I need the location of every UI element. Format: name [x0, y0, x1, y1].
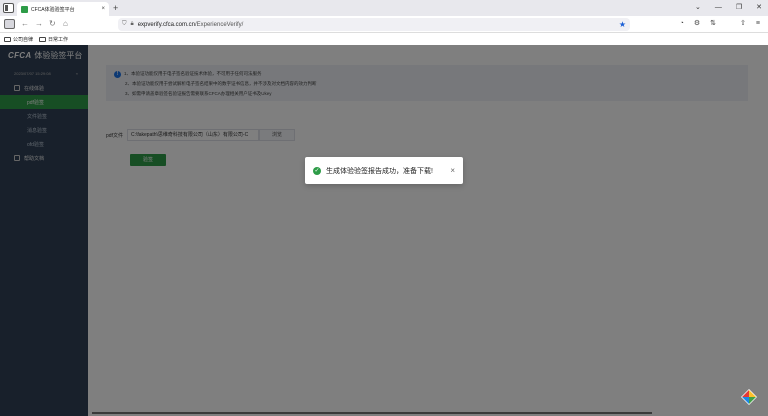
new-tab-button[interactable]: +	[113, 2, 118, 14]
extensions-icon[interactable]: ⇅	[710, 18, 716, 30]
success-check-icon: ✓	[313, 166, 321, 175]
url-path: /ExperienceVerify/	[194, 21, 244, 28]
maximize-button[interactable]: ❐	[736, 2, 742, 14]
bottom-divider	[92, 412, 652, 414]
bookmark-label: 日常工作	[48, 36, 69, 43]
app-logo-icon	[741, 389, 757, 405]
share-icon[interactable]: ⇧	[740, 18, 746, 30]
settings-icon[interactable]: ⚙	[694, 18, 700, 30]
account-icon[interactable]: ◔	[680, 18, 684, 30]
browser-navbar: ← → ↻ ⌂ ⛉ 🔒︎ expverify.cfca.com.cn/Exper…	[0, 16, 768, 33]
toolbar-icons: ◔ ⚙ ⇅ ⇧ ≡	[680, 18, 760, 30]
minimize-button[interactable]: —	[715, 2, 722, 14]
folder-icon	[39, 36, 47, 42]
address-bar[interactable]: ⛉ 🔒︎ expverify.cfca.com.cn/ExperienceVer…	[118, 18, 630, 31]
window-controls: ⌄ — ❐ ✕	[695, 2, 762, 14]
bookmark-folder-1[interactable]: 公司自律	[4, 36, 33, 43]
url-text[interactable]: expverify.cfca.com.cn/ExperienceVerify/	[138, 22, 619, 28]
back-icon[interactable]: ←	[21, 18, 29, 30]
lock-icon[interactable]: 🔒︎	[131, 21, 134, 28]
browser-tabstrip: CFCA体验验签平台 × + ⌄ — ❐ ✕	[0, 0, 768, 16]
site-favicon-icon	[21, 5, 28, 13]
tab-list-icon[interactable]: ⌄	[695, 2, 701, 14]
modal-overlay	[0, 45, 768, 416]
forward-icon[interactable]: →	[35, 18, 43, 30]
shield-icon[interactable]: ⛉	[122, 21, 127, 28]
tab-close-icon[interactable]: ×	[101, 6, 105, 12]
bookmark-label: 公司自律	[13, 36, 34, 43]
url-host: expverify.cfca.com.cn	[137, 21, 195, 28]
tab-title: CFCA体验验签平台	[31, 6, 75, 13]
sidebar-toggle-icon[interactable]	[4, 19, 15, 29]
success-toast: ✓ 生成体验验签报告成功，准备下载! ×	[305, 157, 463, 184]
toast-close-icon[interactable]: ×	[450, 166, 455, 175]
bookmark-star-icon[interactable]: ★	[619, 20, 626, 29]
toast-message: 生成体验验签报告成功，准备下载!	[326, 167, 433, 175]
tab-overview-icon[interactable]	[3, 3, 14, 13]
bookmarks-bar: 公司自律 日常工作	[0, 33, 768, 45]
reload-icon[interactable]: ↻	[49, 18, 56, 30]
close-window-button[interactable]: ✕	[756, 2, 762, 14]
bookmark-folder-2[interactable]: 日常工作	[39, 36, 68, 43]
browser-tab-active[interactable]: CFCA体验验签平台 ×	[17, 2, 109, 16]
folder-icon	[4, 36, 11, 42]
home-icon[interactable]: ⌂	[63, 18, 68, 30]
menu-icon[interactable]: ≡	[756, 18, 760, 30]
